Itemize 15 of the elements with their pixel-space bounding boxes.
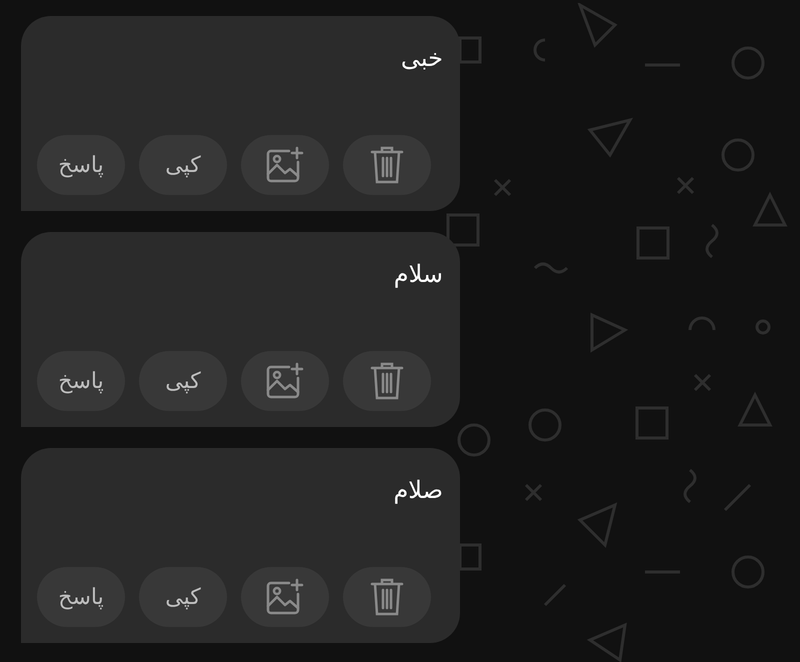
trash-icon [370, 577, 404, 617]
message-text: خبی [400, 44, 443, 72]
add-image-icon [265, 146, 305, 184]
copy-button[interactable]: کپی [139, 567, 227, 627]
trash-icon [370, 145, 404, 185]
trash-icon [370, 361, 404, 401]
copy-button[interactable]: کپی [139, 351, 227, 411]
reply-button[interactable]: پاسخ [37, 567, 125, 627]
message-text: سلام [394, 260, 443, 288]
reply-button[interactable]: پاسخ [37, 351, 125, 411]
message-text: صلام [393, 476, 443, 504]
add-image-icon [265, 362, 305, 400]
add-image-icon [265, 578, 305, 616]
reply-button[interactable]: پاسخ [37, 135, 125, 195]
copy-button[interactable]: کپی [139, 135, 227, 195]
